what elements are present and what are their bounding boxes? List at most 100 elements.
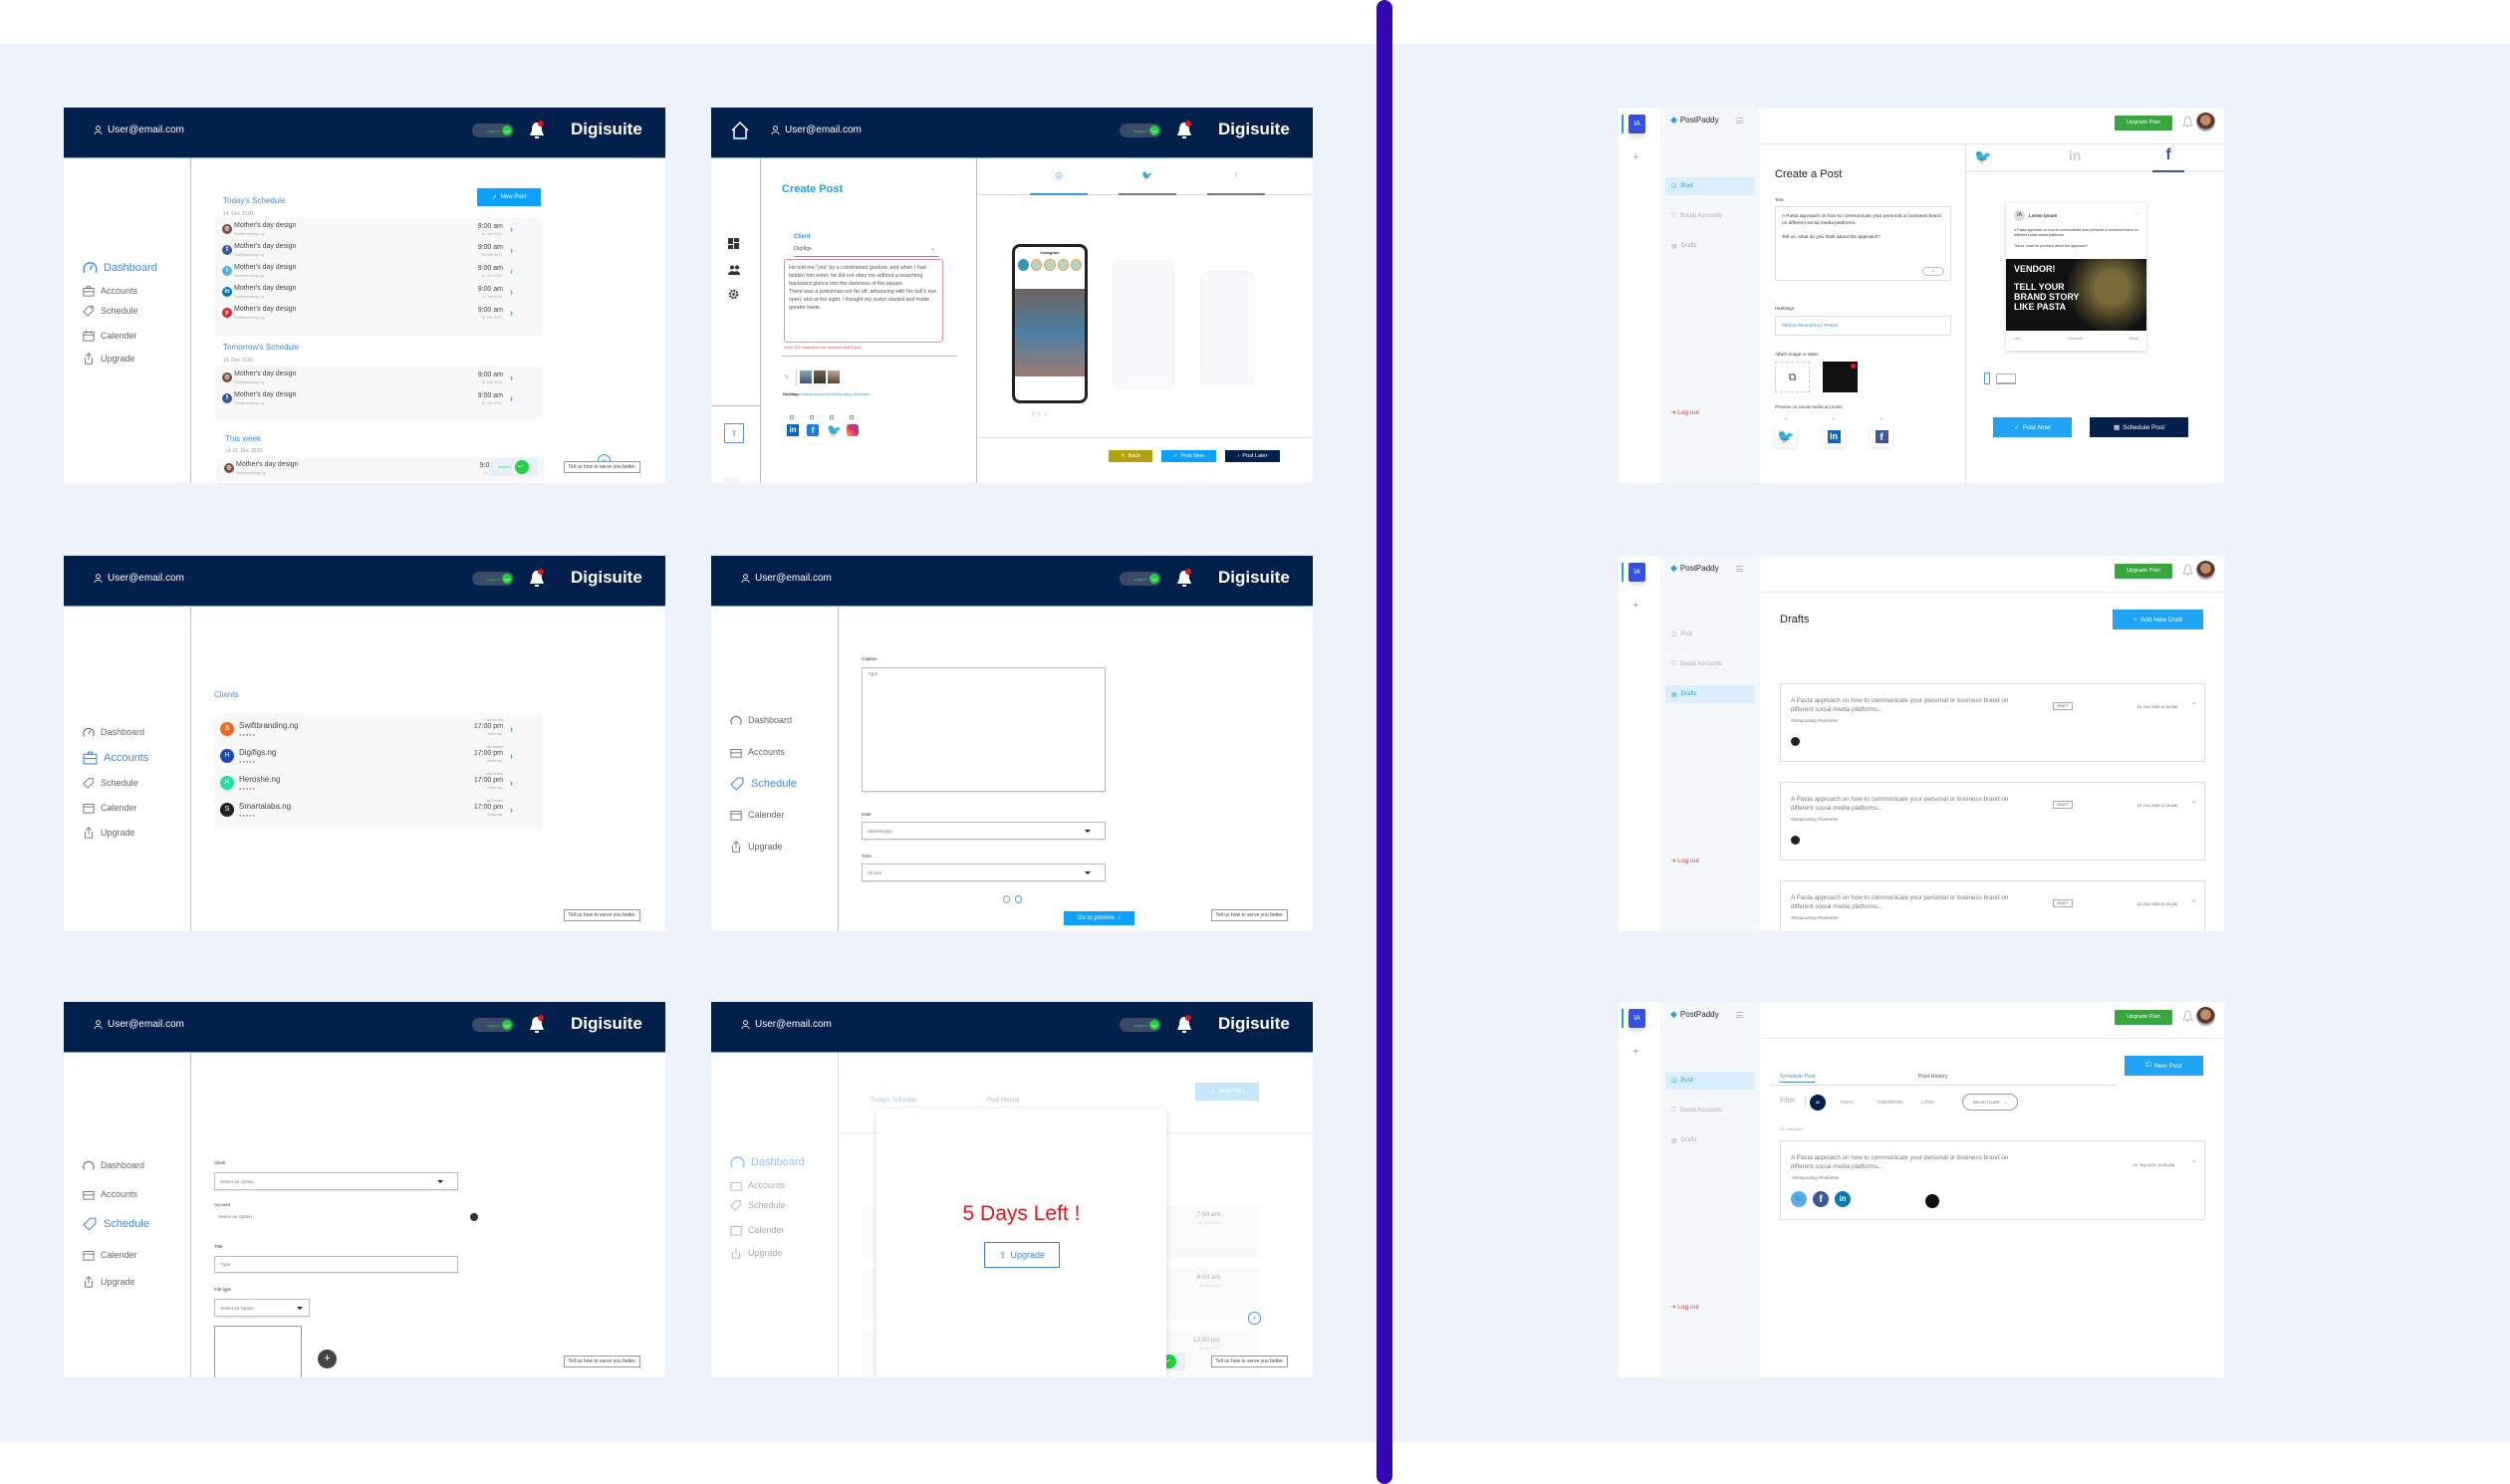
support-widget[interactable]: support — [489, 458, 538, 476]
feedback-box[interactable]: Tell us how to serve you better. — [1211, 909, 1288, 921]
logout-button[interactable]: ⇥ Log out — [1670, 857, 1699, 865]
emoji-icon[interactable]: ☺ — [1922, 267, 1944, 276]
user-menu[interactable]: User@email.com — [771, 124, 862, 135]
post-now-button[interactable]: ✓ Post Now — [1993, 417, 2072, 437]
schedule-row[interactable]: p Mother's day design Swiftbranding.ng 9:00… — [214, 304, 543, 325]
filetype-select[interactable]: -Select an Option — [214, 1299, 310, 1317]
sidebar-item-calender[interactable]: Calender — [730, 809, 785, 821]
notification-bell-icon[interactable] — [1176, 121, 1192, 140]
sidebar-item-dashboard[interactable]: Dashboard — [730, 714, 792, 726]
tab-todays-schedule[interactable]: Today's Schedule — [871, 1098, 917, 1104]
user-menu[interactable]: User@email.com — [94, 573, 184, 584]
tab-linkedin[interactable]: in — [2069, 147, 2081, 163]
sidebar-item-accounts[interactable]: Accounts — [83, 750, 148, 765]
draft-card[interactable]: A Pasta approach on how to communicate y… — [1780, 782, 2205, 861]
workspace-avatar[interactable]: IA — [1629, 563, 1645, 582]
phone-icon[interactable]: ▯ — [1032, 411, 1035, 417]
sidebar-item-post[interactable]: ☑ Post — [1665, 625, 1755, 643]
schedule-row[interactable]: f Mother's day design Swiftbranding.ng 9:00… — [214, 389, 543, 410]
client-row[interactable]: H Heroshe.ng ●●●●● last review 17:00 pm Yeste… — [214, 772, 543, 799]
chevron-right-icon[interactable]: › — [510, 393, 513, 403]
facebook-icon[interactable]: f — [807, 424, 819, 436]
support-toggle[interactable]: support — [1120, 1018, 1161, 1032]
schedule-row[interactable]: in Mother's day design Swiftbranding.ng 9:0… — [214, 283, 543, 304]
notification-bell-icon[interactable] — [2182, 564, 2193, 577]
filter-today[interactable]: TODAY — [1840, 1100, 1854, 1105]
facebook-icon[interactable]: f — [1871, 425, 1892, 447]
image-thumb[interactable] — [828, 371, 840, 383]
upgrade-plan-button[interactable]: Upgrade Plan — [2115, 564, 2172, 579]
draft-card[interactable]: A Pasta approach on how to communicate y… — [1780, 880, 2205, 931]
chevron-right-icon[interactable]: › — [510, 266, 513, 276]
sidebar-item-social-accounts[interactable]: ⛉ Social Accounts — [1665, 655, 1755, 673]
schedule-row[interactable]: ◎ Mother's day design Swiftbranding.ng 9:00… — [214, 220, 543, 241]
new-post-button[interactable]: ↗ New Post — [1195, 1083, 1259, 1101]
notification-bell-icon[interactable] — [1176, 569, 1192, 589]
client-select[interactable]: -Select an Option — [214, 1172, 458, 1190]
feedback-box[interactable]: Tell us how to serve you better. — [564, 909, 640, 921]
scroll-down-icon[interactable]: ⌄ — [1248, 1312, 1261, 1325]
sidebar-item-calender[interactable]: Calender — [83, 330, 137, 342]
add-workspace-icon[interactable]: + — [1632, 600, 1638, 612]
step-dot[interactable] — [1003, 895, 1010, 903]
sidebar-item-social-accounts[interactable]: ⛉ Social Accounts — [1665, 207, 1755, 225]
filter-later[interactable]: LATER — [1921, 1100, 1934, 1105]
tab-twitter[interactable]: 🐦 — [1974, 148, 1991, 165]
dashboard-grid-icon[interactable] — [728, 238, 739, 249]
filter-all[interactable]: All — [1810, 1095, 1826, 1111]
workspace-avatar[interactable]: IA — [1629, 1009, 1645, 1028]
sidebar-item-calender[interactable]: Calender — [83, 802, 137, 814]
add-account-icon[interactable] — [470, 1213, 478, 1221]
menu-icon[interactable] — [1736, 1012, 1743, 1018]
comment-action[interactable]: Comment — [2067, 337, 2082, 341]
user-menu[interactable]: User@email.com — [94, 1019, 184, 1030]
schedule-row[interactable]: ◎ Mother's day design Swiftbranding.ng 9:00… — [214, 369, 543, 389]
sidebar-item-accounts[interactable]: Accounts — [730, 746, 785, 758]
support-toggle[interactable]: support — [472, 572, 514, 586]
chevron-right-icon[interactable]: › — [510, 372, 513, 382]
post-later-button[interactable]: › Post Later — [1225, 450, 1280, 462]
post-text-input[interactable]: A Pasta approach on how to communicate y… — [1775, 206, 1951, 281]
post-now-button[interactable]: ✓ Post Now — [1161, 450, 1216, 462]
tab-twitter[interactable]: 🐦 — [1119, 170, 1176, 195]
chevron-right-icon[interactable]: › — [510, 778, 513, 788]
title-input[interactable]: -Type — [214, 1256, 458, 1273]
home-icon[interactable] — [729, 120, 751, 141]
draft-card[interactable]: A Pasta approach on how to communicate y… — [1780, 683, 2205, 762]
tab-facebook[interactable]: f — [1207, 170, 1265, 195]
account-select[interactable]: -Select an Option — [217, 1214, 252, 1219]
tab-post-history[interactable]: Post History — [1918, 1074, 1948, 1080]
notification-bell-icon[interactable] — [1176, 1015, 1192, 1035]
sidebar-item-schedule[interactable]: Schedule — [730, 776, 797, 791]
pencil-icon[interactable]: ✎ — [784, 373, 790, 381]
desktop-icon[interactable]: ▭ — [1044, 411, 1049, 417]
add-new-draft-button[interactable]: + Add New Draft — [2113, 610, 2203, 629]
chevron-right-icon[interactable]: › — [510, 751, 513, 761]
sidebar-item-upgrade[interactable]: Upgrade — [83, 353, 135, 365]
menu-icon[interactable] — [1736, 118, 1743, 124]
post-text-area[interactable]: He told me "yes" by a constrained gestur… — [784, 259, 943, 343]
chevron-right-icon[interactable]: › — [510, 224, 513, 234]
logout-button[interactable]: ⇥ Log out — [1670, 1303, 1699, 1311]
user-menu[interactable]: User@email.com — [94, 124, 184, 135]
share-upload-icon[interactable]: ⇪ — [724, 423, 744, 443]
add-workspace-icon[interactable]: + — [1632, 1046, 1638, 1058]
client-row[interactable]: H Digifigs.ng ●●●●● last review 17:00 pm Yest… — [214, 745, 543, 772]
feedback-box[interactable]: Tell us how to serve you better. — [564, 1356, 640, 1367]
image-thumb[interactable] — [814, 371, 826, 383]
notification-bell-icon[interactable] — [2182, 1010, 2193, 1023]
new-post-button[interactable]: ⧠ New Post — [2125, 1056, 2203, 1076]
sidebar-item-calender[interactable]: Calender — [83, 1249, 137, 1261]
users-icon[interactable] — [728, 265, 740, 275]
like-action[interactable]: Like — [2014, 337, 2020, 341]
linkedin-icon[interactable]: in — [1823, 425, 1845, 447]
support-toggle[interactable]: support — [472, 1018, 514, 1032]
twitter-icon[interactable]: 🐦 — [827, 424, 842, 436]
logout-button[interactable]: ⇥ Log out — [1670, 408, 1699, 416]
sidebar-item-dashboard[interactable]: Dashboard — [83, 1159, 144, 1171]
linkedin-icon[interactable]: in — [787, 424, 799, 436]
logout-icon[interactable]: ⇥ — [724, 477, 740, 483]
notification-bell-icon[interactable] — [529, 121, 545, 140]
sidebar-item-upgrade[interactable]: Upgrade — [83, 1276, 135, 1288]
gear-icon[interactable] — [728, 289, 739, 300]
